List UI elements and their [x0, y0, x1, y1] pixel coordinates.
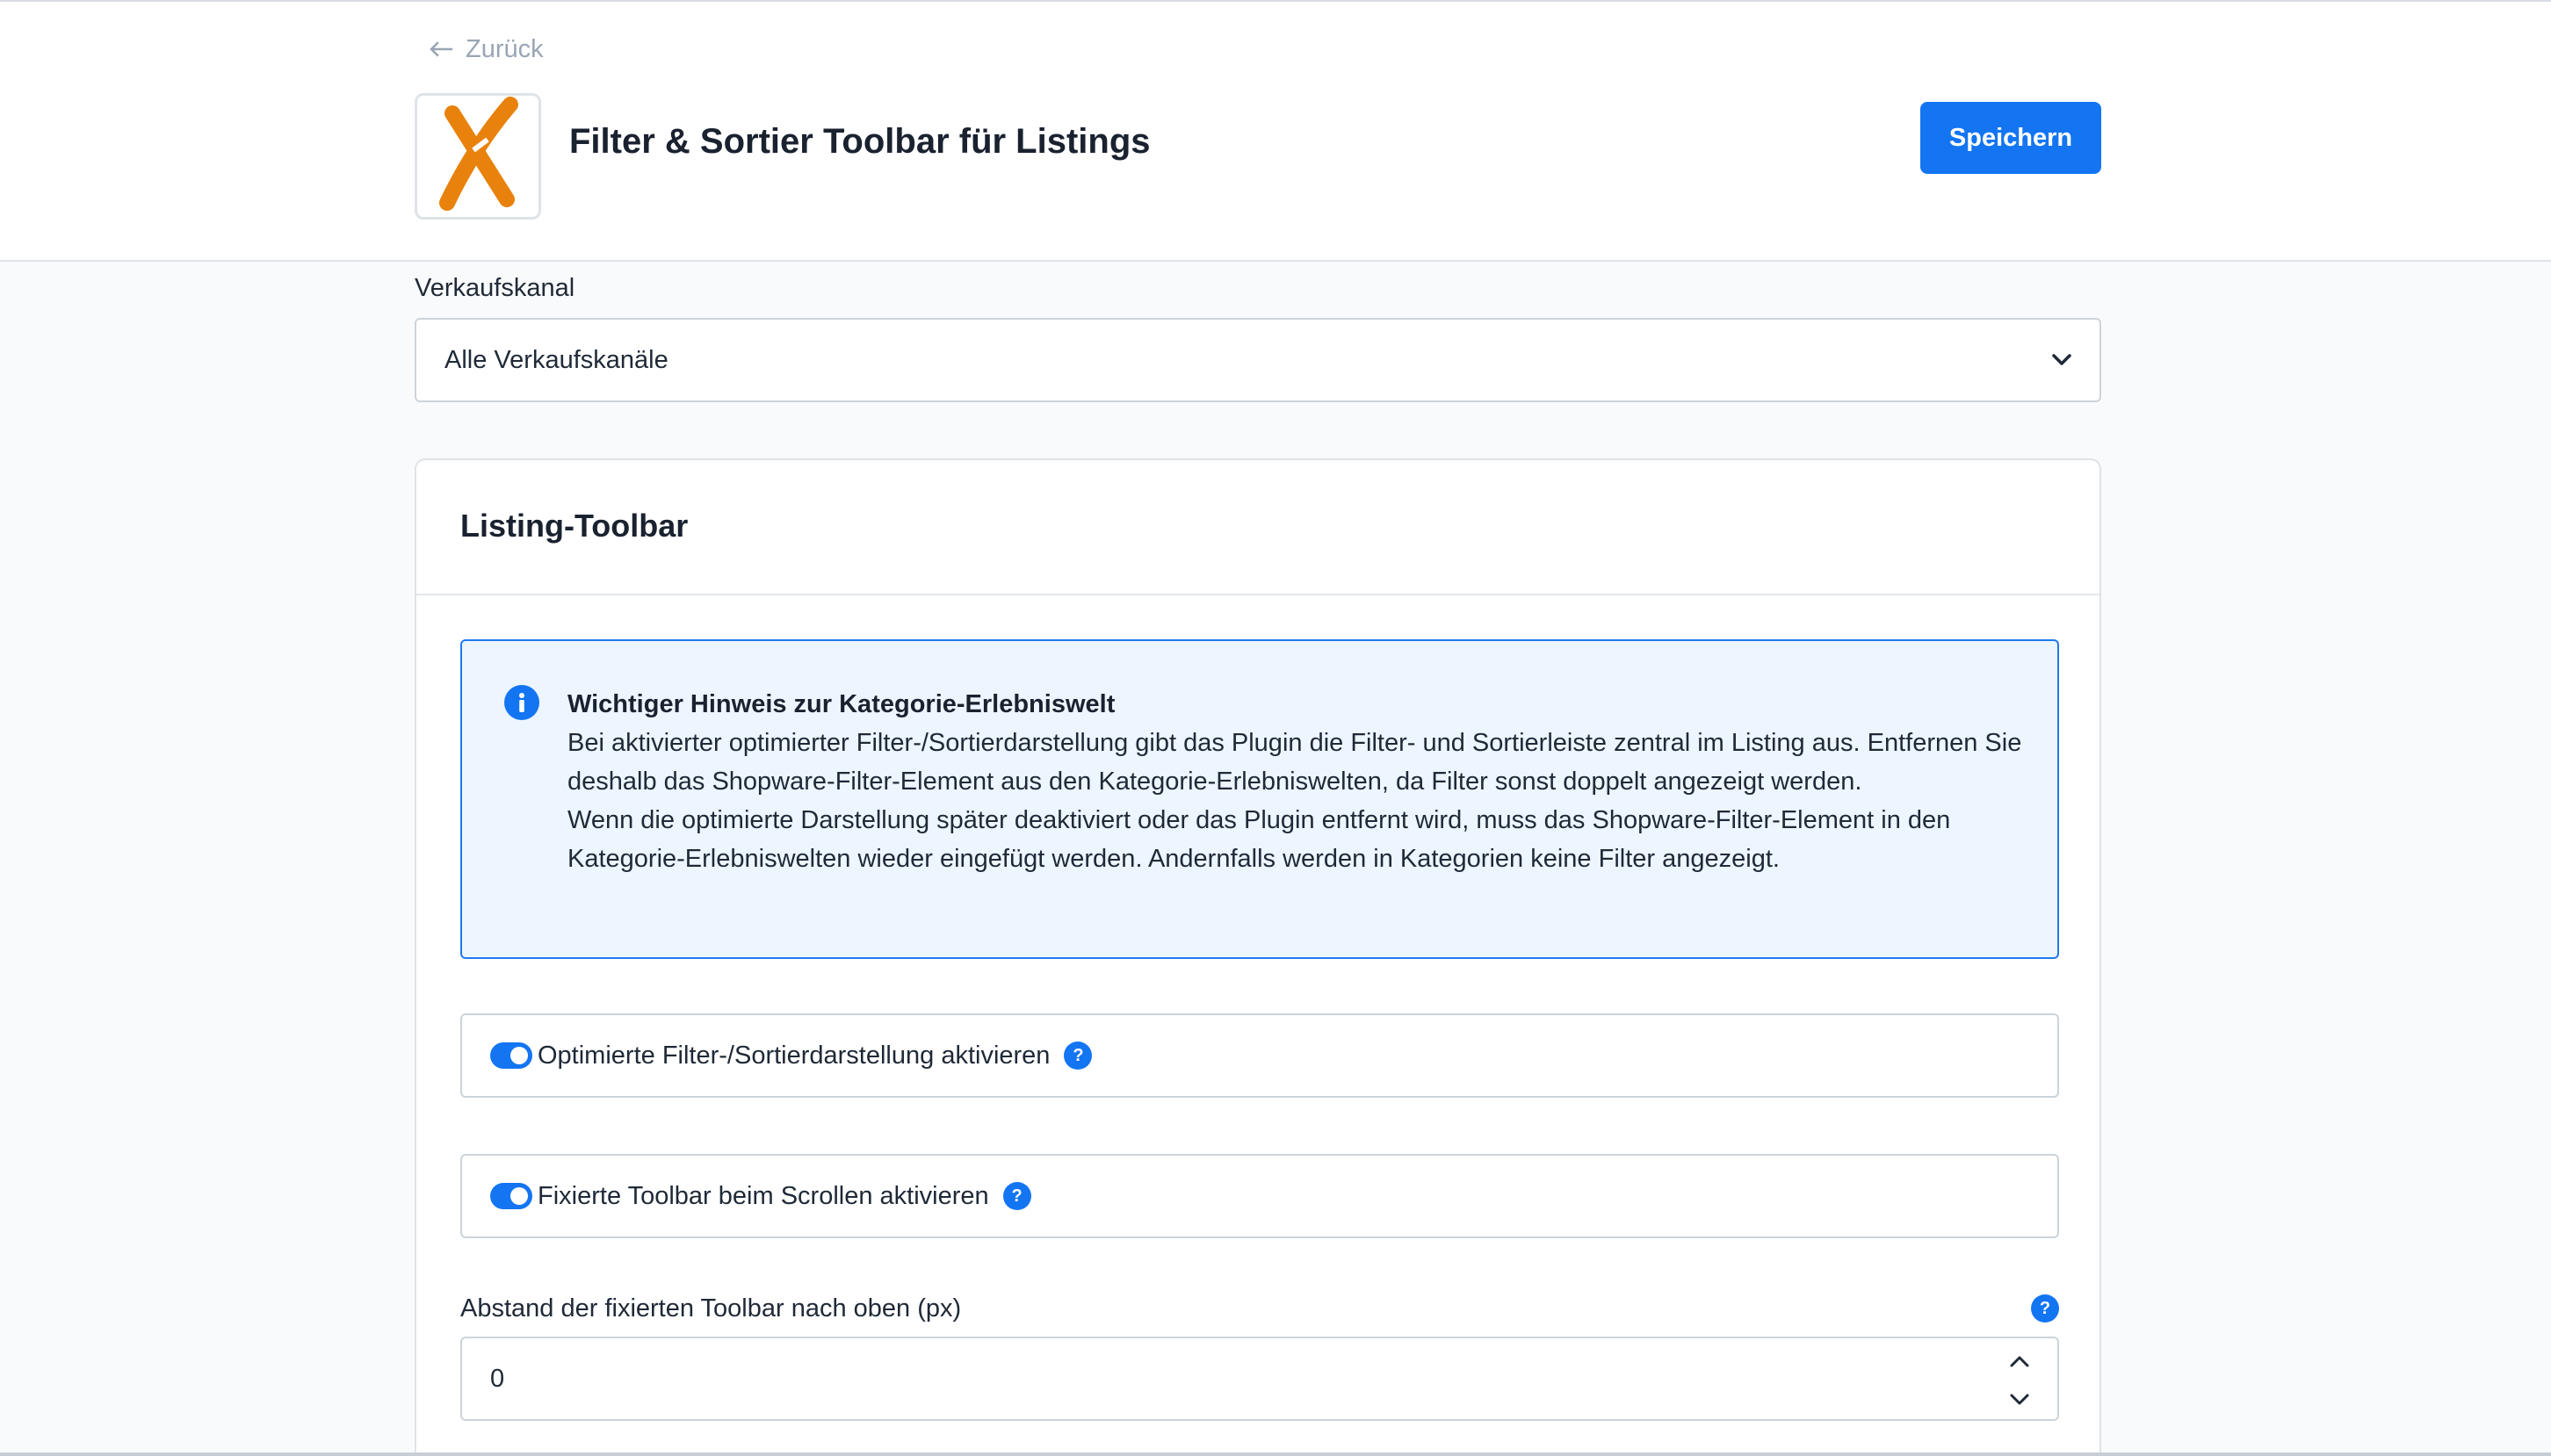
sales-channel-value: Alle Verkaufskanäle — [444, 345, 668, 374]
offset-value: 0 — [490, 1364, 505, 1393]
optimized-display-row: Optimierte Filter-/Sortierdarstellung ak… — [460, 1013, 2059, 1098]
notice-paragraph: Bei aktivierter optimierter Filter-/Sort… — [567, 729, 2022, 796]
page-header: Zurück Filter & Sortier Toolbar für List… — [0, 2, 2551, 262]
offset-field-label: Abstand der fixierten Toolbar nach oben … — [460, 1294, 962, 1323]
help-icon[interactable]: ? — [2031, 1294, 2059, 1323]
save-button[interactable]: Speichern — [1920, 102, 2101, 174]
chevron-down-icon — [2052, 354, 2071, 365]
chevron-up-icon[interactable] — [2008, 1354, 2031, 1370]
card-title: Listing-Toolbar — [460, 508, 689, 544]
bottom-border — [0, 1452, 2551, 1456]
offset-number-input[interactable]: 0 — [460, 1337, 2059, 1421]
notice-body: Bei aktivierter optimierter Filter-/Sort… — [567, 724, 2026, 878]
sticky-toolbar-label: Fixierte Toolbar beim Scrollen aktiviere… — [538, 1181, 989, 1210]
back-link[interactable]: Zurück — [429, 33, 544, 65]
help-icon[interactable]: ? — [1064, 1042, 1093, 1070]
sales-channel-select[interactable]: Alle Verkaufskanäle — [415, 318, 2101, 402]
info-icon — [504, 685, 539, 720]
chevron-down-icon[interactable] — [2008, 1391, 2031, 1407]
arrow-left-icon — [430, 41, 453, 57]
orange-x-logo-icon — [439, 97, 518, 211]
notice-title: Wichtiger Hinweis zur Kategorie-Erlebnis… — [567, 690, 1116, 718]
plugin-logo — [415, 93, 541, 220]
sticky-toolbar-row: Fixierte Toolbar beim Scrollen aktiviere… — [460, 1154, 2059, 1238]
help-icon[interactable]: ? — [1002, 1182, 1031, 1210]
listing-toolbar-card: Listing-Toolbar Wichtiger Hinweis zur Ka… — [415, 458, 2101, 1456]
back-label: Zurück — [466, 34, 544, 63]
optimized-display-label: Optimierte Filter-/Sortierdarstellung ak… — [538, 1041, 1051, 1070]
notice-paragraph: Wenn die optimierte Darstellung später d… — [567, 806, 1951, 873]
page-title: Filter & Sortier Toolbar für Listings — [569, 122, 1151, 161]
card-divider — [416, 594, 2099, 595]
optimized-display-toggle[interactable] — [490, 1042, 532, 1069]
sales-channel-label: Verkaufskanal — [415, 274, 575, 302]
info-notice: Wichtiger Hinweis zur Kategorie-Erlebnis… — [460, 639, 2059, 959]
sticky-toolbar-toggle[interactable] — [490, 1183, 532, 1209]
